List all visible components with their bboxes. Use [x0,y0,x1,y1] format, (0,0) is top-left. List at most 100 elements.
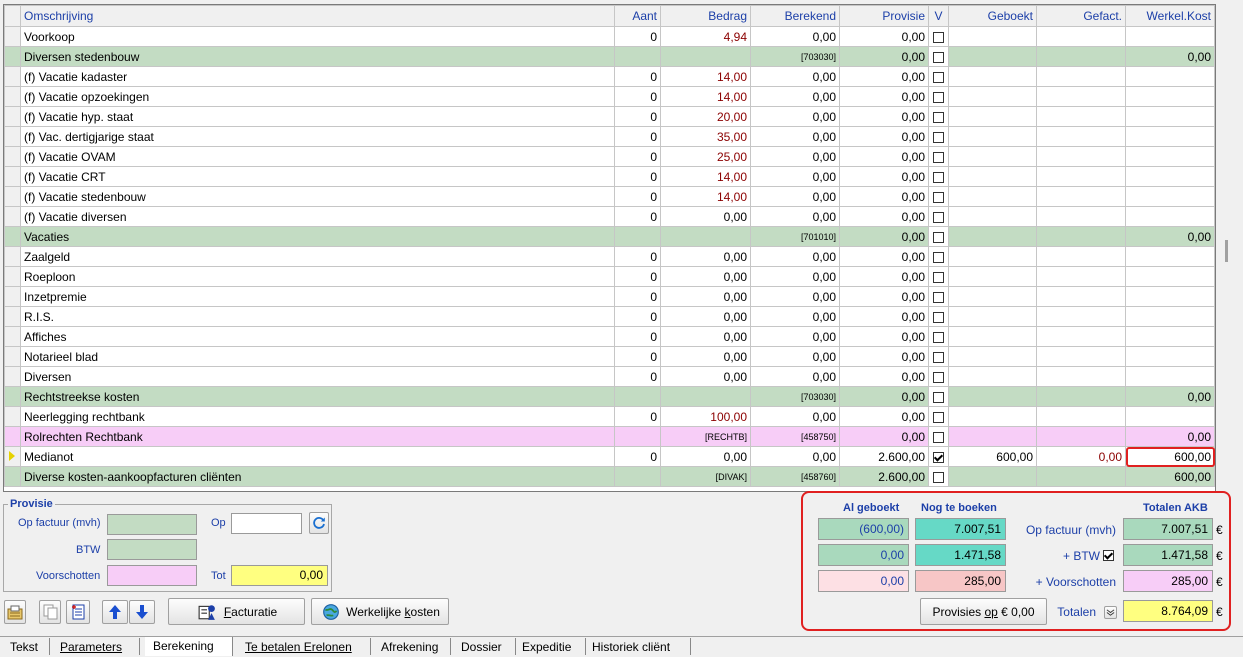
bedrag-cell[interactable] [660,46,751,67]
table-row[interactable]: (f) Vacatie hyp. staat 0 20,00 0,00 0,00 [4,106,1215,127]
gefact-cell[interactable] [1036,186,1126,207]
row-indicator[interactable] [4,226,21,247]
gefact-cell[interactable] [1036,86,1126,107]
v-checkbox[interactable] [933,431,944,443]
table-row[interactable]: Voorkoop 0 4,94 0,00 0,00 [4,26,1215,47]
gefact-cell[interactable] [1036,426,1126,447]
provisie-cell[interactable]: 2.600,00 [839,466,929,487]
row-indicator[interactable] [4,446,21,467]
werkel-kost-cell[interactable] [1125,346,1215,367]
row-indicator[interactable] [4,246,21,267]
geboekt-cell[interactable] [948,146,1037,167]
row-indicator[interactable] [4,386,21,407]
group-row[interactable]: Diversen stedenbouw [703030] 0,00 0,00 [4,46,1215,67]
group-row[interactable]: Vacaties [701010] 0,00 0,00 [4,226,1215,247]
aant-cell[interactable]: 0 [614,106,661,127]
werkel-kost-cell[interactable] [1125,286,1215,307]
table-row[interactable]: (f) Vacatie OVAM 0 25,00 0,00 0,00 [4,146,1215,167]
provisie-cell[interactable]: 0,00 [839,286,929,307]
geboekt-cell[interactable] [948,426,1037,447]
geboekt-cell[interactable] [948,266,1037,287]
btw-checkbox[interactable] [1103,550,1114,561]
aant-cell[interactable]: 0 [614,406,661,427]
gefact-cell[interactable]: 0,00 [1036,446,1126,467]
aant-cell[interactable]: 0 [614,326,661,347]
geboekt-cell[interactable] [948,246,1037,267]
v-checkbox[interactable] [933,411,944,423]
row-indicator[interactable] [4,106,21,127]
v-cell[interactable] [928,366,949,387]
omschrijving-cell[interactable]: (f) Vacatie OVAM [20,146,615,167]
bedrag-cell[interactable]: [RECHTB] [660,426,751,447]
row-indicator[interactable] [4,366,21,387]
omschrijving-cell[interactable]: Diversen stedenbouw [20,46,615,67]
gefact-cell[interactable] [1036,406,1126,427]
bedrag-cell[interactable]: 14,00 [660,186,751,207]
gefact-cell[interactable] [1036,26,1126,47]
provisie-cell[interactable]: 0,00 [839,26,929,47]
v-checkbox[interactable] [933,331,944,343]
werkelijke-kosten-button[interactable]: Werkelijke kosten [311,598,449,625]
provisie-cell[interactable]: 0,00 [839,226,929,247]
bedrag-cell[interactable]: 20,00 [660,106,751,127]
v-checkbox[interactable] [933,231,944,243]
row-indicator[interactable] [4,46,21,67]
v-cell[interactable] [928,166,949,187]
v-checkbox[interactable] [933,211,944,223]
move-up-button[interactable] [102,600,128,624]
werkel-kost-cell[interactable] [1125,26,1215,47]
bedrag-cell[interactable]: 0,00 [660,366,751,387]
v-cell[interactable] [928,286,949,307]
gefact-cell[interactable] [1036,286,1126,307]
werkel-kost-cell[interactable] [1125,186,1215,207]
provisie-cell[interactable]: 0,00 [839,46,929,67]
gefact-cell[interactable] [1036,366,1126,387]
gefact-cell[interactable] [1036,126,1126,147]
table-row[interactable]: (f) Vacatie CRT 0 14,00 0,00 0,00 [4,166,1215,187]
row-indicator[interactable] [4,406,21,427]
provisie-cell[interactable]: 0,00 [839,86,929,107]
tab-tekst[interactable]: Tekst [2,638,50,655]
aant-cell[interactable] [614,46,661,67]
werkel-kost-cell[interactable] [1125,86,1215,107]
bedrag-cell[interactable]: 0,00 [660,246,751,267]
aant-cell[interactable] [614,226,661,247]
tab-afrekening[interactable]: Afrekening [373,638,451,655]
facturatie-button[interactable]: Facturatie [168,598,305,625]
table-row[interactable]: (f) Vacatie stedenbouw 0 14,00 0,00 0,00 [4,186,1215,207]
provisie-op-input[interactable] [231,513,302,534]
table-row[interactable]: Notarieel blad 0 0,00 0,00 0,00 [4,346,1215,367]
geboekt-cell[interactable] [948,46,1037,67]
v-checkbox[interactable] [933,451,944,463]
bedrag-cell[interactable]: 0,00 [660,266,751,287]
gefact-cell[interactable] [1036,466,1126,487]
row-indicator[interactable] [4,86,21,107]
werkel-kost-cell[interactable]: 0,00 [1125,46,1215,67]
row-indicator[interactable] [4,66,21,87]
v-checkbox[interactable] [933,171,944,183]
tab-dossier[interactable]: Dossier [453,638,516,655]
tab-parameters[interactable]: Parameters [52,638,140,655]
werkel-kost-cell[interactable] [1125,366,1215,387]
geboekt-cell[interactable] [948,386,1037,407]
col-geboekt-header[interactable]: Geboekt [948,5,1037,27]
aant-cell[interactable] [614,386,661,407]
gefact-cell[interactable] [1036,306,1126,327]
omschrijving-cell[interactable]: Medianot [20,446,615,467]
v-checkbox[interactable] [933,191,944,203]
omschrijving-cell[interactable]: (f) Vacatie diversen [20,206,615,227]
geboekt-cell[interactable] [948,26,1037,47]
geboekt-cell[interactable] [948,226,1037,247]
provisie-cell[interactable]: 0,00 [839,106,929,127]
aant-cell[interactable]: 0 [614,166,661,187]
werkel-kost-cell[interactable] [1125,146,1215,167]
gefact-cell[interactable] [1036,206,1126,227]
werkel-kost-cell[interactable] [1125,326,1215,347]
werkel-kost-cell[interactable] [1125,106,1215,127]
bedrag-cell[interactable]: 0,00 [660,446,751,467]
aant-cell[interactable]: 0 [614,346,661,367]
aant-cell[interactable]: 0 [614,86,661,107]
provisie-cell[interactable]: 0,00 [839,426,929,447]
aant-cell[interactable]: 0 [614,366,661,387]
provisie-cell[interactable]: 0,00 [839,266,929,287]
